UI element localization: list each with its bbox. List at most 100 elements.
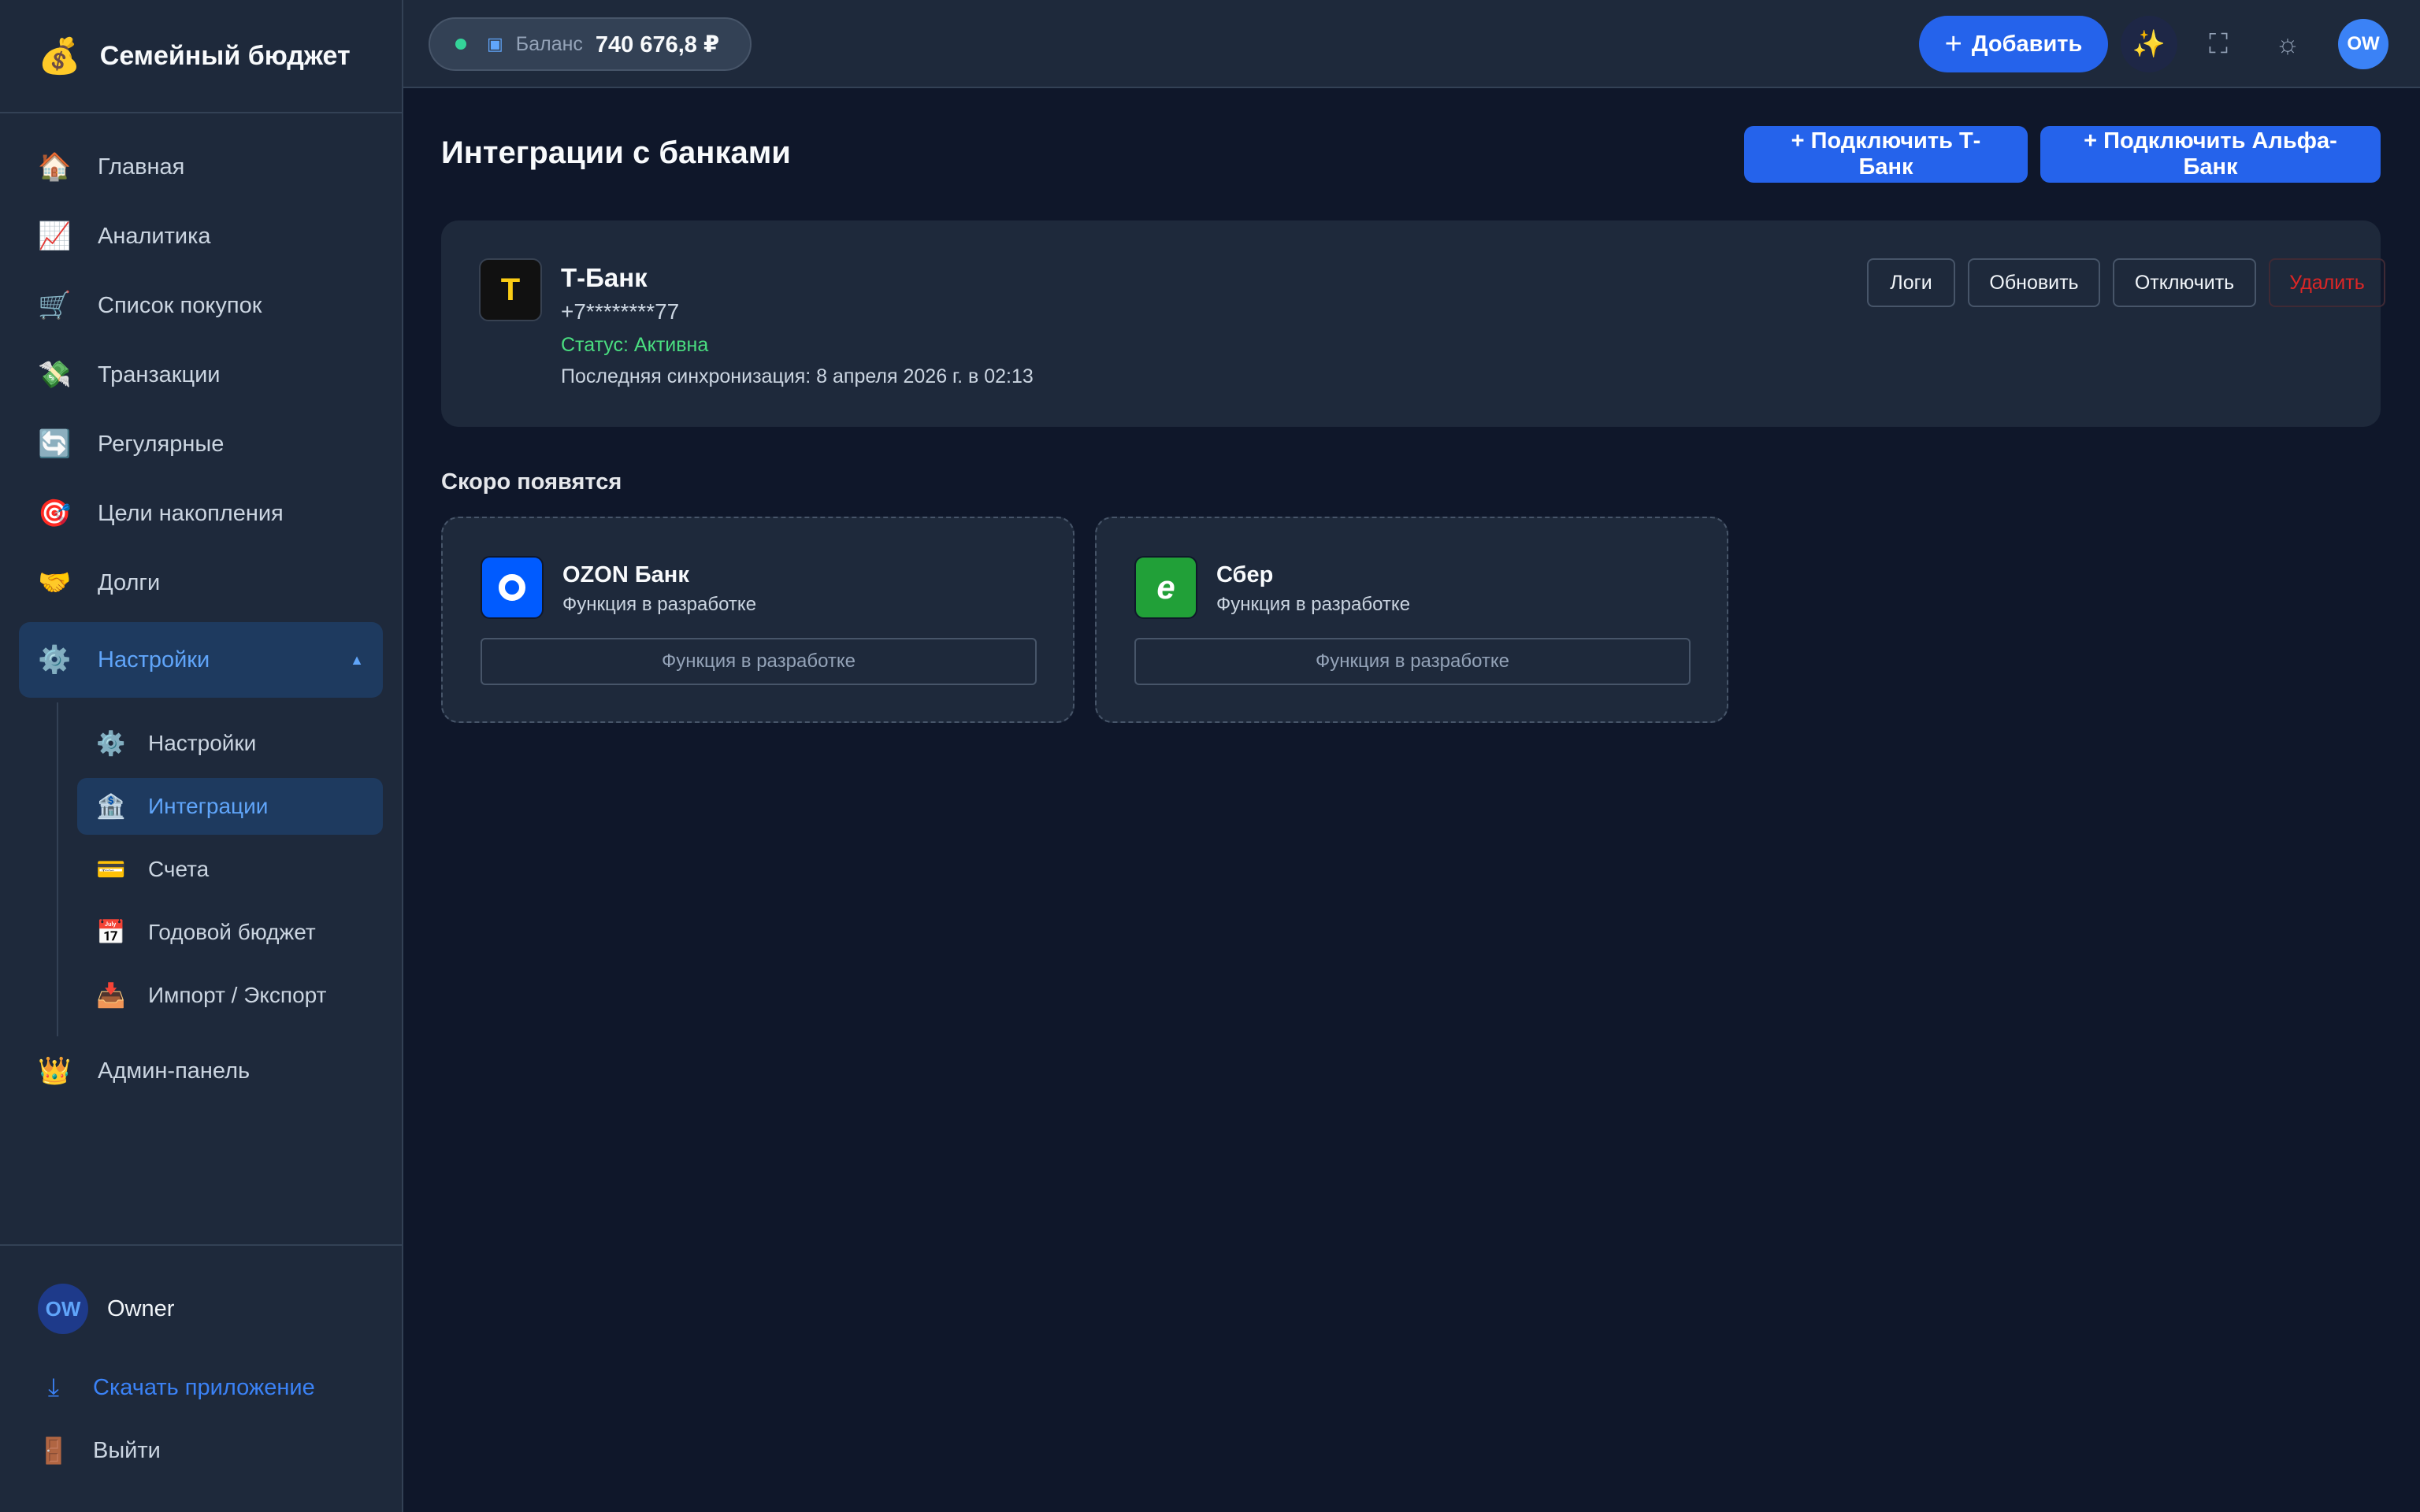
coming-soon-card-ozon: OZON Банк Функция в разработке Функция в…	[441, 517, 1075, 723]
nav-label: Аналитика	[98, 223, 211, 249]
connect-alfa-button[interactable]: + Подключить Альфа-Банк	[2040, 126, 2381, 183]
nav-label: Транзакции	[98, 361, 221, 387]
topbar: ▣ Баланс 740 676,8 ₽ + Добавить ✨ ⛶ ☼ OW	[403, 0, 2420, 88]
user-profile[interactable]: OW Owner	[0, 1277, 402, 1340]
coming-soon-title: Скоро появятся	[441, 469, 622, 495]
user-name: Owner	[107, 1295, 175, 1321]
app-title: Семейный бюджет	[99, 40, 351, 71]
balance-value: 740 676,8 ₽	[595, 32, 720, 57]
nav-label: Долги	[98, 569, 161, 595]
download-app-link[interactable]: ⤓ Скачать приложение	[0, 1356, 402, 1419]
tbank-logo: T	[479, 258, 542, 321]
chart-icon: 📈	[38, 221, 72, 251]
money-bag-icon: 💰	[38, 37, 81, 76]
nav-label: Список покупок	[98, 292, 262, 318]
screenshot-icon: ⛶	[2209, 28, 2228, 59]
add-label: Добавить	[1971, 31, 2083, 57]
bank-name: Сбер	[1216, 562, 1274, 587]
logout-label: Выйти	[93, 1437, 161, 1463]
refresh-icon: 🔄	[38, 429, 72, 459]
last-sync: Последняя синхронизация: 8 апреля 2026 г…	[561, 365, 1034, 387]
page-title: Интеграции с банками	[441, 135, 791, 170]
subnav-item-integrations[interactable]: 🏦 Интеграции	[77, 778, 383, 835]
sidebar: 💰 Семейный бюджет 🏠 Главная 📈 Аналитика …	[0, 0, 403, 1512]
bank-name: OZON Банк	[562, 562, 689, 587]
disconnect-button[interactable]: Отключить	[2113, 258, 2256, 307]
main-content: Интеграции с банками + Подключить Т-Банк…	[403, 88, 2420, 1512]
credit-card-icon: 💳	[96, 856, 126, 883]
status-badge: Статус: Активна	[561, 334, 709, 356]
in-development-button[interactable]: Функция в разработке	[481, 638, 1037, 685]
status-dot	[455, 39, 466, 50]
nav-group-settings[interactable]: ⚙️ Настройки ▲	[19, 622, 383, 698]
screenshot-button[interactable]: ⛶	[2190, 16, 2247, 72]
download-icon: ⤓	[47, 1373, 60, 1401]
subnav-label: Импорт / Экспорт	[148, 983, 327, 1007]
nav-item-debts[interactable]: 🤝 Долги	[0, 548, 402, 617]
bank-name: Т-Банк	[561, 263, 648, 292]
bank-icon: 🏦	[96, 793, 126, 820]
subnav-label: Годовой бюджет	[148, 920, 316, 944]
subnav-label: Настройки	[148, 731, 257, 755]
logout-button[interactable]: 🚪 Выйти	[0, 1419, 402, 1482]
bank-subtitle: Функция в разработке	[1216, 594, 1411, 615]
nav-item-goals[interactable]: 🎯 Цели накопления	[0, 479, 402, 548]
calendar-icon: 📅	[96, 919, 126, 946]
coming-soon-card-sber: e Сбер Функция в разработке Функция в ра…	[1095, 517, 1728, 723]
nav-item-analytics[interactable]: 📈 Аналитика	[0, 202, 402, 271]
ozon-logo-icon	[481, 556, 544, 619]
gear-icon: ⚙️	[96, 730, 126, 757]
subnav-item-annual-budget[interactable]: 📅 Годовой бюджет	[77, 904, 383, 961]
nav-label: Главная	[98, 154, 185, 180]
nav-item-shopping[interactable]: 🛒 Список покупок	[0, 271, 402, 340]
settings-subnav: ⚙️ Настройки 🏦 Интеграции 💳 Счета 📅 Годо…	[57, 702, 402, 1036]
house-icon: 🏠	[38, 152, 72, 182]
balance-label: Баланс	[515, 32, 583, 55]
cart-icon: 🛒	[38, 291, 72, 321]
main-nav: 🏠 Главная 📈 Аналитика 🛒 Список покупок 💸…	[0, 113, 402, 1106]
balance-pill[interactable]: ▣ Баланс 740 676,8 ₽	[429, 17, 752, 71]
user-avatar-button[interactable]: OW	[2338, 19, 2388, 69]
nav-label: Админ-панель	[98, 1058, 251, 1084]
nav-item-admin[interactable]: 👑 Админ-панель	[0, 1036, 402, 1106]
avatar: OW	[38, 1284, 88, 1334]
subnav-label: Счета	[148, 857, 210, 881]
crown-icon: 👑	[38, 1056, 72, 1086]
chevron-up-icon: ▲	[350, 651, 364, 668]
subnav-item-import-export[interactable]: 📥 Импорт / Экспорт	[77, 967, 383, 1024]
bank-subtitle: Функция в разработке	[562, 594, 757, 615]
theme-toggle[interactable]: ☼	[2259, 16, 2316, 72]
download-label: Скачать приложение	[93, 1374, 315, 1400]
handshake-icon: 🤝	[38, 568, 72, 598]
nav-item-recurring[interactable]: 🔄 Регулярные	[0, 410, 402, 479]
wallet-icon: ▣	[487, 34, 503, 54]
add-button[interactable]: + Добавить	[1919, 16, 2108, 72]
nav-label: Цели накопления	[98, 500, 284, 526]
logs-button[interactable]: Логи	[1867, 258, 1955, 307]
subnav-item-settings[interactable]: ⚙️ Настройки	[77, 715, 383, 772]
money-wings-icon: 💸	[38, 360, 72, 390]
bank-phone: +7********77	[561, 299, 680, 324]
door-icon: 🚪	[38, 1436, 69, 1465]
sber-logo-icon: e	[1134, 556, 1197, 619]
in-development-button[interactable]: Функция в разработке	[1134, 638, 1691, 685]
nav-label: Регулярные	[98, 431, 225, 457]
connect-tbank-button[interactable]: + Подключить Т-Банк	[1744, 126, 2028, 183]
sparkle-icon: ✨	[2132, 29, 2166, 59]
nav-label: Настройки	[98, 647, 210, 673]
subnav-label: Интеграции	[148, 794, 269, 818]
gear-icon: ⚙️	[38, 645, 72, 675]
ai-assistant-button[interactable]: ✨	[2121, 16, 2177, 72]
inbox-tray-icon: 📥	[96, 982, 126, 1009]
refresh-button[interactable]: Обновить	[1968, 258, 2100, 307]
nav-item-home[interactable]: 🏠 Главная	[0, 132, 402, 202]
plus-icon: +	[1944, 27, 1962, 61]
sun-icon: ☼	[2275, 28, 2300, 59]
target-icon: 🎯	[38, 498, 72, 528]
connected-bank-card: T Т-Банк +7********77 Статус: Активна По…	[441, 220, 2385, 427]
nav-item-transactions[interactable]: 💸 Транзакции	[0, 340, 402, 410]
brand[interactable]: 💰 Семейный бюджет	[0, 0, 402, 113]
sidebar-footer: OW Owner ⤓ Скачать приложение 🚪 Выйти	[0, 1244, 402, 1512]
delete-button[interactable]: Удалить	[2269, 258, 2385, 307]
subnav-item-accounts[interactable]: 💳 Счета	[77, 841, 383, 898]
